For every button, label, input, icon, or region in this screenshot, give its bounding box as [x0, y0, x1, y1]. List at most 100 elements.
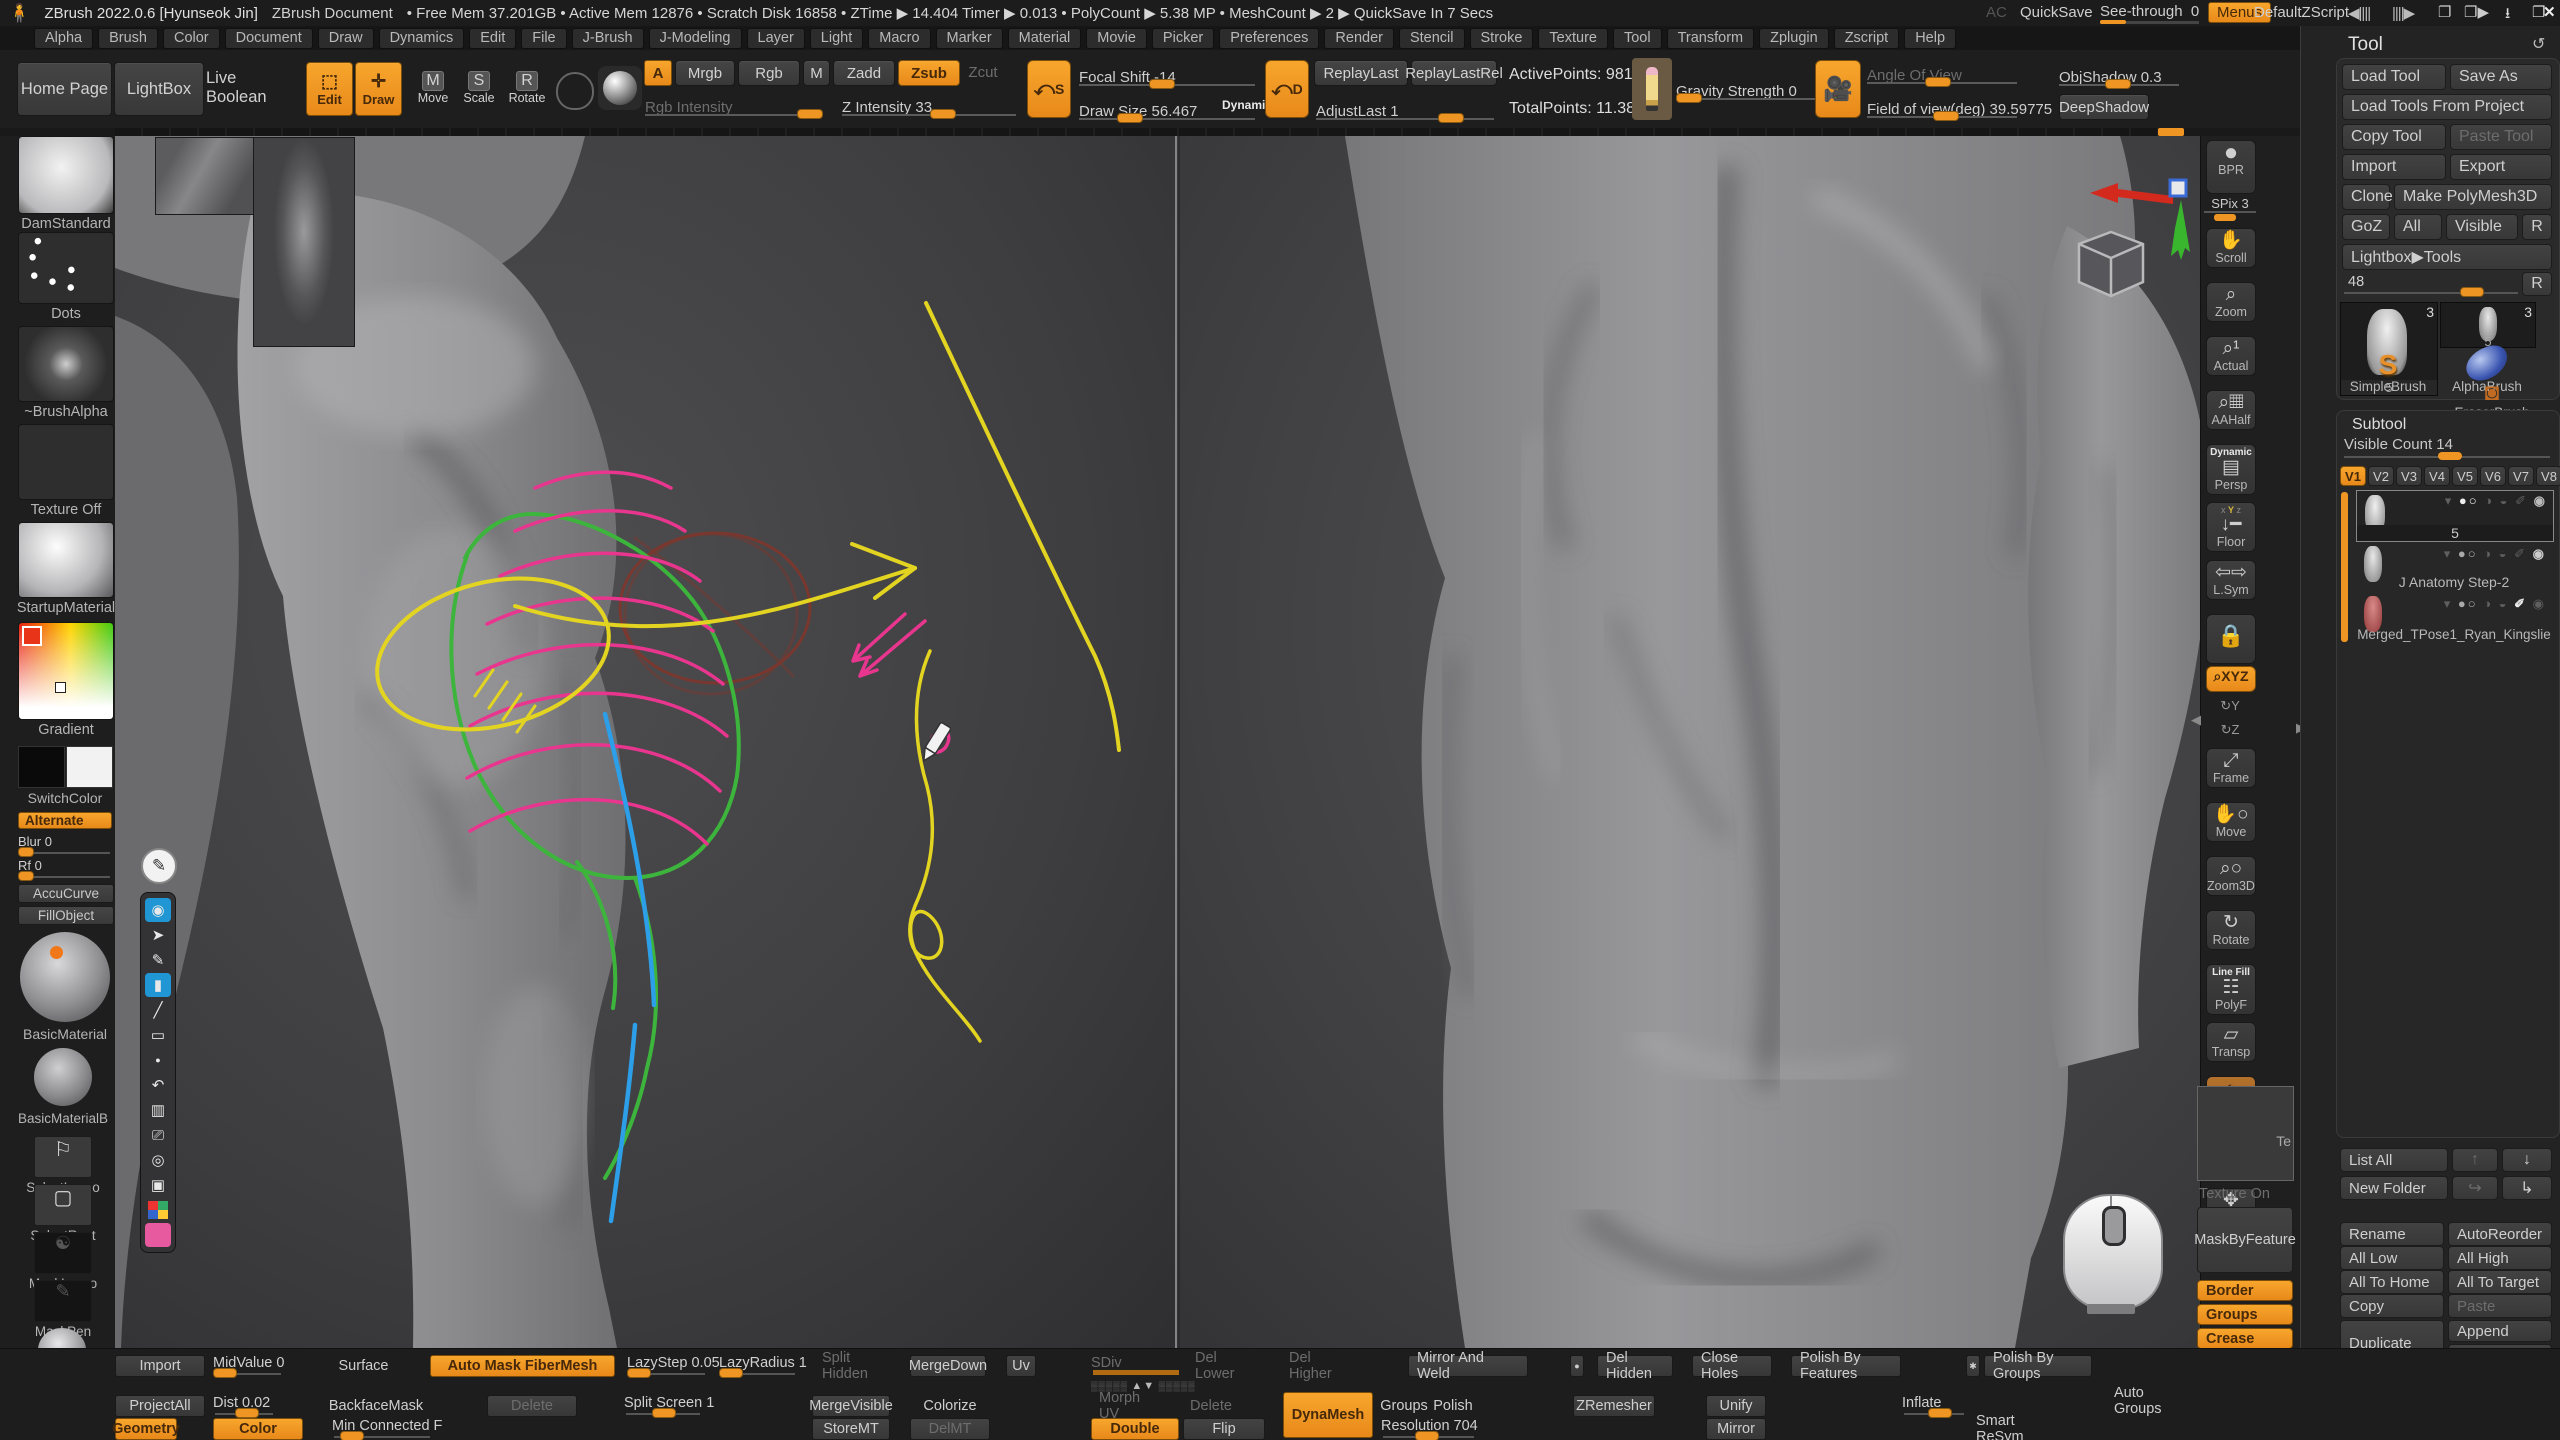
menu-texture[interactable]: Texture	[1538, 28, 1608, 49]
delmt-button[interactable]: DelMT	[910, 1418, 990, 1440]
edit-button[interactable]: ⬚Edit	[306, 62, 353, 116]
load-tools-from-project-button[interactable]: Load Tools From Project	[2342, 94, 2552, 120]
projectall-button[interactable]: ProjectAll	[115, 1395, 205, 1417]
fillobject-button[interactable]: FillObject	[18, 906, 114, 925]
menu-movie[interactable]: Movie	[1086, 28, 1147, 49]
del-lower-button[interactable]: Del Lower	[1187, 1355, 1253, 1377]
auto-mask-fibermesh-button[interactable]: Auto Mask FiberMesh	[430, 1355, 615, 1377]
menu-zscript[interactable]: Zscript	[1834, 28, 1900, 49]
goz-button[interactable]: GoZ	[2342, 214, 2390, 240]
color-swatch-a[interactable]: A	[644, 60, 672, 86]
tab-v2[interactable]: V2	[2368, 466, 2394, 486]
menu-light[interactable]: Light	[810, 28, 863, 49]
z-intensity-slider[interactable]: Z Intensity 33	[842, 102, 1016, 116]
menu-jbrush[interactable]: J-Brush	[572, 28, 644, 49]
eraser-icon[interactable]: ▭	[145, 1023, 171, 1047]
mrgb-button[interactable]: Mrgb	[675, 60, 735, 86]
split-hidden-button[interactable]: Split Hidden	[814, 1355, 888, 1377]
uv-button[interactable]: Uv	[1006, 1355, 1036, 1377]
document-canvas[interactable]	[115, 136, 2200, 1348]
tool-panel-reset-icon[interactable]: ↺	[2532, 34, 2545, 54]
transp-button[interactable]: ▱Transp	[2206, 1022, 2256, 1062]
surface-button[interactable]: Surface	[310, 1355, 417, 1377]
lightbox-tools-button[interactable]: Lightbox▶Tools	[2342, 244, 2552, 270]
window-layout-icon[interactable]: ❐	[2438, 3, 2451, 21]
active-color-swatch[interactable]	[145, 1223, 171, 1247]
menu-zplugin[interactable]: Zplugin	[1759, 28, 1829, 49]
move-into-button[interactable]: ↪	[2452, 1176, 2498, 1200]
secondary-tool-thumbnail[interactable]: 3 5	[2440, 302, 2536, 348]
colorize-button[interactable]: Colorize	[910, 1395, 990, 1417]
tray-collapse-left-icon[interactable]: ◀	[2191, 712, 2201, 728]
undo-icon[interactable]: ↶	[145, 1073, 171, 1097]
home-page-button[interactable]: Home Page	[17, 62, 112, 116]
split-screen-divider[interactable]	[1175, 136, 1177, 1348]
axis-y-button[interactable]: ↻Y	[2206, 696, 2254, 720]
menu-edit[interactable]: Edit	[469, 28, 516, 49]
obj-shadow-slider[interactable]: ObjShadow 0.3	[2059, 72, 2179, 86]
default-zscript-button[interactable]: DefaultZScript	[2254, 4, 2349, 21]
tab-v4[interactable]: V4	[2424, 466, 2450, 486]
angle-of-view-slider[interactable]: Angle Of View	[1867, 70, 2017, 84]
switch-color[interactable]: SwitchColor	[18, 746, 112, 788]
local-xyz-button[interactable]: ⌕XYZ	[2206, 666, 2256, 692]
dynamesh-button[interactable]: DynaMesh	[1283, 1392, 1373, 1438]
frame-button[interactable]: ⤢Frame	[2206, 748, 2256, 788]
fov-slider[interactable]: Field of view(deg) 39.59775	[1867, 104, 2017, 118]
groups-toggle[interactable]: Groups	[2197, 1304, 2293, 1325]
screen-icon[interactable]: ⎚	[145, 1123, 171, 1147]
texture-on-label[interactable]: Texture On	[2199, 1186, 2270, 1202]
menu-draw[interactable]: Draw	[318, 28, 374, 49]
spix-handle[interactable]	[2214, 214, 2236, 221]
menu-picker[interactable]: Picker	[1152, 28, 1214, 49]
visible-count-handle[interactable]	[2438, 452, 2462, 460]
brush-selectrect[interactable]: ▢SelectRect	[34, 1184, 92, 1226]
gravity-pencil-icon[interactable]	[1632, 58, 1672, 120]
rgb-intensity-slider[interactable]: Rgb Intensity	[645, 102, 817, 116]
menu-help[interactable]: Help	[1904, 28, 1956, 49]
lsym-button[interactable]: ⇦⇨L.Sym	[2206, 560, 2256, 600]
backfacemask-button[interactable]: BackfaceMask	[332, 1395, 420, 1417]
append-button[interactable]: Append	[2448, 1320, 2552, 1342]
menu-color[interactable]: Color	[163, 28, 220, 49]
menu-macro[interactable]: Macro	[868, 28, 930, 49]
menu-material[interactable]: Material	[1008, 28, 1082, 49]
geometry-toggle[interactable]: Geometry	[115, 1418, 177, 1440]
new-folder-button[interactable]: New Folder	[2340, 1176, 2448, 1200]
rotate3d-button[interactable]: ↻Rotate	[2206, 910, 2256, 950]
pen-launcher-icon[interactable]: ✎	[141, 848, 177, 884]
color-picker-swatch[interactable]	[22, 626, 42, 646]
persp-button[interactable]: Dynamic▤Persp	[2206, 444, 2256, 495]
texture-thumbnail-off[interactable]: Texture Off	[18, 424, 114, 500]
pen-edit-icon[interactable]: ✎	[145, 948, 171, 972]
alpha-thumbnail-brushalpha[interactable]: ~BrushAlpha	[18, 326, 114, 402]
menu-render[interactable]: Render	[1324, 28, 1394, 49]
minimize-icon[interactable]: ⭳	[2505, 3, 2510, 28]
make-polymesh3d-button[interactable]: Make PolyMesh3D	[2394, 184, 2552, 210]
cube-gizmo-icon[interactable]	[2079, 232, 2143, 296]
paste-tool-button[interactable]: Paste Tool	[2450, 124, 2552, 150]
subtool-item[interactable]: ▾ ●○ ◑ ◒ ✐ ◉ J Anatomy Step-2	[2356, 544, 2552, 590]
modifier-dot-button[interactable]: ✱	[1966, 1355, 1980, 1377]
tab-v3[interactable]: V3	[2396, 466, 2422, 486]
load-tool-button[interactable]: Load Tool	[2342, 64, 2446, 90]
actual-button[interactable]: ⌕¹Actual	[2206, 336, 2256, 376]
window-cascade-icon[interactable]: ❐▶	[2464, 3, 2489, 21]
adjust-last-slider[interactable]: AdjustLast 1	[1316, 106, 1494, 120]
history-thumbnail-2[interactable]	[253, 137, 355, 347]
storemt-button[interactable]: StoreMT	[812, 1418, 890, 1440]
resolution-slider[interactable]: Resolution 704	[1381, 1418, 1476, 1438]
aahalf-button[interactable]: ⌕▦AAHalf	[2206, 390, 2256, 430]
dynamesh-groups-button[interactable]: Groups	[1381, 1395, 1427, 1417]
all-to-target-button[interactable]: All To Target	[2448, 1270, 2552, 1294]
brush-maskpen[interactable]: ✎MaskPen	[34, 1280, 92, 1322]
material-thumbnail-startup[interactable]: StartupMaterial	[18, 522, 114, 598]
material-basicmaterialb[interactable]: BasicMaterialB	[34, 1048, 92, 1106]
alternate-button[interactable]: Alternate	[18, 812, 112, 829]
goz-r-button[interactable]: R	[2522, 214, 2552, 240]
subtool-item[interactable]: ▾ ●○ ◑ ◒ ✐ ◉ Merged_TPose1_Ryan_Kingslie	[2356, 594, 2552, 642]
sculptris-icon[interactable]	[556, 72, 594, 110]
lazystep-slider[interactable]: LazyStep 0.05	[627, 1355, 707, 1375]
trash-icon[interactable]: ▥	[145, 1098, 171, 1122]
close-holes-button[interactable]: Close Holes	[1692, 1355, 1772, 1377]
